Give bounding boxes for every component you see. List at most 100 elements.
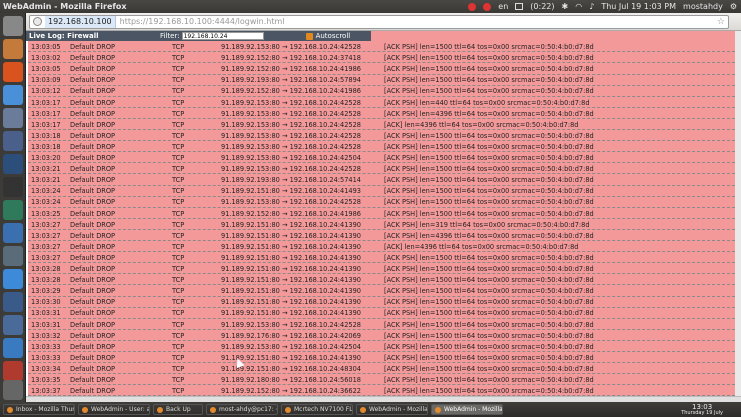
taskbar-item[interactable]: WebAdmin - Mozilla F... [431,404,503,415]
trash-icon[interactable] [3,380,23,400]
taskbar-item[interactable]: Mcrtech NV7100 FLA... [281,404,353,415]
site-identity-icon[interactable] [33,17,42,26]
url-text[interactable]: https://192.168.10.100:4444/logwin.html [116,17,285,26]
log-row: 13:03:24 Default DROP TCP 91.189.92.151:80 … [28,185,735,197]
taskbar-item-label: Inbox - Mozilla Thun... [16,406,74,413]
taskbar-item-label: WebAdmin - Mozilla F... [369,406,428,413]
log-row: 13:03:29 Default DROP TCP 91.189.92.151:80 … [28,285,735,297]
log-info: [ACK PSH] len=1500 ttl=64 tos=0x00 srcma… [384,198,594,207]
taskbar-item[interactable]: most-ahdy@pc17: ~ [206,404,278,415]
log-time: 13:03:30 [31,298,61,307]
log-row: 13:03:17 Default DROP TCP 91.189.92.153:80 … [28,97,735,108]
keyboard-layout-indicator[interactable]: en [498,2,508,11]
log-row: 13:03:21 Default DROP TCP 91.189.92.193:80 … [28,174,735,186]
log-row: 13:03:31 Default DROP TCP 91.189.92.151:80 … [28,307,735,319]
log-action: Default DROP [70,131,116,140]
thunderbird-icon[interactable] [3,108,23,128]
vertical-scrollbar[interactable] [735,31,741,402]
log-protocol: TCP [172,176,185,185]
log-action: Default DROP [70,220,116,229]
user-indicator[interactable]: mostahdy [683,2,723,11]
log-protocol: TCP [172,220,185,229]
log-protocol: TCP [172,87,185,96]
app-icon[interactable] [3,131,23,151]
log-protocol: TCP [172,54,185,63]
log-connection: 91.189.92.152:80 → 192.168.10.24:41986 [221,87,362,96]
log-info: [ACK PSH] len=1500 ttl=64 tos=0x00 srcma… [384,187,594,196]
taskbar-item[interactable]: Back Up [153,404,203,415]
log-info: [ACK PSH] len=1500 ttl=64 tos=0x00 srcma… [384,131,594,140]
log-panel: 13:03:05 Default DROP TCP 91.189.92.153:80 … [26,31,741,402]
bluetooth-icon[interactable]: ✱ [562,2,569,11]
navigation-bar: 192.168.10.100 https://192.168.10.100:44… [26,13,741,31]
log-connection: 91.189.92.152:80 → 192.168.10.24:41986 [221,65,362,74]
log-protocol: TCP [172,364,185,373]
files-icon[interactable] [3,39,23,59]
log-connection: 91.189.92.152:80 → 192.168.10.24:37418 [221,54,362,63]
log-connection: 91.189.92.153:80 → 192.168.10.24:42504 [221,154,362,162]
log-info: [ACK PSH] len=1500 ttl=64 tos=0x00 srcma… [384,43,594,51]
wireshark-icon[interactable] [3,338,23,358]
autoscroll-toggle[interactable]: Autoscroll [305,32,350,40]
log-protocol: TCP [172,298,185,307]
app-icon [360,406,366,413]
log-row: 13:03:02 Default DROP TCP 91.189.92.152:80 … [28,52,735,64]
terminal-icon[interactable] [3,177,23,197]
taskbar-item[interactable]: WebAdmin - User: ad... [78,404,150,415]
app-icon-red[interactable] [3,361,23,381]
url-domain[interactable]: 192.168.10.100 [45,15,116,28]
log-action: Default DROP [70,98,116,107]
log-protocol: TCP [172,198,185,207]
document-icon[interactable] [3,154,23,174]
log-protocol: TCP [172,98,185,107]
chrome-icon[interactable] [3,85,23,105]
log-protocol: TCP [172,109,185,118]
datetime-indicator[interactable]: Thu Jul 19 1:03 PM [601,2,676,11]
log-action: Default DROP [70,387,116,396]
firefox-icon[interactable] [3,62,23,82]
log-time: 13:03:21 [31,165,61,174]
skype-icon[interactable] [3,269,23,289]
monitor-icon[interactable] [3,292,23,312]
filter-input[interactable] [181,32,264,40]
cube-icon[interactable] [3,315,23,335]
mail-icon[interactable] [515,3,524,10]
log-time: 13:03:31 [31,309,61,318]
log-row: 13:03:18 Default DROP TCP 91.189.92.153:80 … [28,130,735,142]
battery-indicator[interactable]: (0:22) [530,2,554,11]
url-field[interactable]: 192.168.10.100 https://192.168.10.100:44… [29,14,729,29]
clock[interactable]: 13:03 Thursday 19 July [681,403,723,416]
stop-icon[interactable] [483,2,492,11]
log-info: [ACK PSH] len=1500 ttl=64 tos=0x00 srcma… [384,176,594,185]
log-protocol: TCP [172,265,185,273]
log-info: [ACK PSH] len=1500 ttl=64 tos=0x00 srcma… [384,76,594,85]
tools-icon[interactable] [3,223,23,243]
log-info: [ACK PSH] len=1500 ttl=64 tos=0x00 srcma… [384,342,594,351]
network-icon[interactable] [3,200,23,220]
bookmark-star-icon[interactable]: ☆ [717,17,728,27]
dash-home-icon[interactable] [3,16,23,36]
log-time: 13:03:24 [31,198,61,207]
log-info: [ACK PSH] len=1500 ttl=64 tos=0x00 srcma… [384,376,594,384]
log-time: 13:03:27 [31,242,61,251]
disk-icon[interactable] [3,246,23,266]
log-protocol: TCP [172,76,185,85]
autoscroll-checkbox[interactable] [305,32,313,40]
wifi-icon[interactable]: ◠ [575,2,582,11]
taskbar-item[interactable]: WebAdmin - Mozilla F... [356,404,428,415]
log-protocol: TCP [172,253,185,262]
log-list[interactable]: 13:03:05 Default DROP TCP 91.189.92.153:80 … [28,31,735,402]
volume-icon[interactable]: ♪ [589,2,594,11]
log-info: [ACK PSH] len=1500 ttl=64 tos=0x00 srcma… [384,165,594,174]
log-protocol: TCP [172,43,185,51]
log-row: 13:03:37 Default DROP TCP 91.189.92.152:80 … [28,385,735,397]
dropbox-icon[interactable] [468,2,477,11]
log-protocol: TCP [172,320,185,329]
log-row: 13:03:28 Default DROP TCP 91.189.92.151:80 … [28,263,735,275]
log-action: Default DROP [70,342,116,351]
power-gear-icon[interactable]: ⚙ [730,2,737,11]
log-row: 13:03:17 Default DROP TCP 91.189.92.153:80 … [28,119,735,131]
log-panel-header: Live Log: Firewall Filter: Autoscroll [26,31,371,41]
log-time: 13:03:28 [31,276,61,285]
taskbar-item[interactable]: Inbox - Mozilla Thun... [3,404,75,415]
